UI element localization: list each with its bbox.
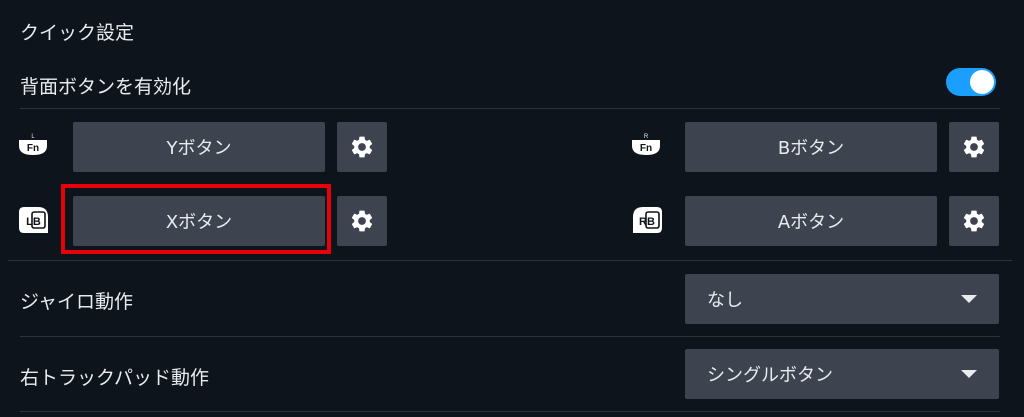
gear-icon — [351, 210, 373, 232]
divider — [20, 336, 1000, 337]
l-fn-badge-icon: L Fn — [19, 134, 47, 155]
gear-icon — [963, 136, 985, 158]
l-fn-mapping-button[interactable]: Yボタン — [73, 122, 325, 172]
lb-badge-text: LB — [26, 216, 41, 228]
r-fn-settings-button[interactable] — [949, 122, 999, 172]
r-fn-mapping-button[interactable]: Bボタン — [685, 122, 937, 172]
rb-badge-icon: RB — [633, 207, 662, 233]
chevron-down-icon — [961, 370, 977, 378]
rb-mapping-button[interactable]: Aボタン — [685, 196, 937, 246]
right-trackpad-label: 右トラックパッド動作 — [20, 367, 210, 389]
gyro-label: ジャイロ動作 — [20, 291, 134, 313]
rb-settings-button[interactable] — [949, 196, 999, 246]
selection-highlight — [61, 184, 331, 254]
gyro-dropdown[interactable]: なし — [685, 274, 999, 324]
divider — [8, 260, 1012, 261]
gear-icon — [963, 210, 985, 232]
r-fn-badge-letter: R — [644, 134, 649, 140]
page-title: クイック設定 — [20, 22, 135, 44]
divider — [20, 108, 1000, 109]
chevron-down-icon — [961, 295, 977, 303]
right-trackpad-dropdown[interactable]: シングルボタン — [685, 349, 999, 399]
r-fn-badge-text: Fn — [640, 143, 652, 154]
l-fn-badge-letter: L — [31, 134, 35, 140]
l-fn-settings-button[interactable] — [337, 122, 387, 172]
r-fn-badge-icon: R Fn — [632, 134, 660, 155]
divider — [20, 411, 1000, 412]
toggle-knob — [970, 70, 994, 94]
l-fn-badge-text: Fn — [27, 143, 39, 154]
right-trackpad-dropdown-value: シングルボタン — [707, 365, 833, 386]
lb-badge-icon: LB — [19, 207, 48, 233]
back-buttons-toggle[interactable] — [946, 68, 996, 96]
back-buttons-label: 背面ボタンを有効化 — [20, 76, 192, 98]
rb-badge-text: RB — [639, 216, 655, 228]
gear-icon — [351, 136, 373, 158]
lb-settings-button[interactable] — [337, 196, 387, 246]
gyro-dropdown-value: なし — [707, 290, 743, 311]
